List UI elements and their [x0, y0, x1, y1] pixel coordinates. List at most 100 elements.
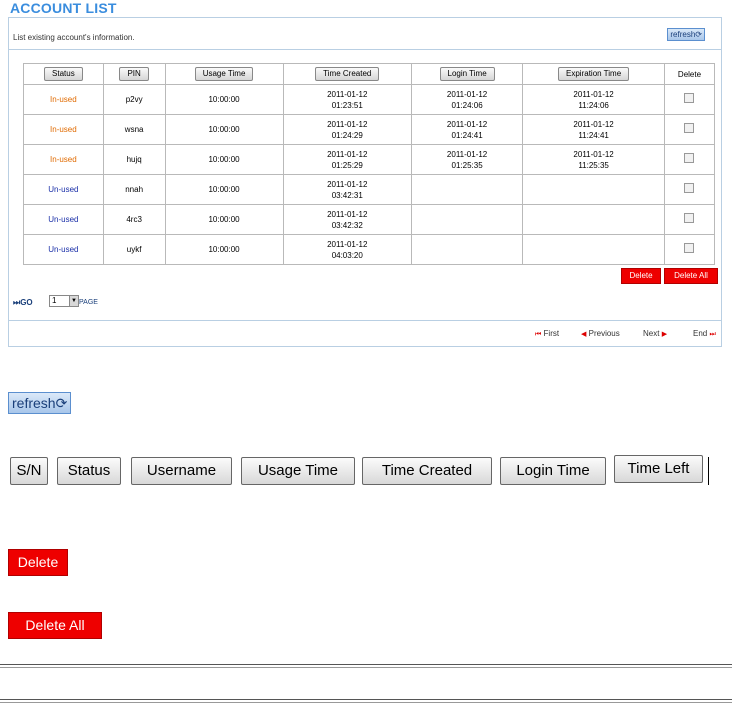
col-time-created: Time Created: [282, 63, 413, 85]
pin-cell: p2vy: [102, 84, 166, 115]
sort-pin-button[interactable]: PIN: [119, 67, 149, 81]
page-title: ACCOUNT LIST: [10, 0, 117, 16]
previous-label: Previous: [588, 329, 620, 338]
usage-time-cell: 10:00:00: [164, 234, 284, 265]
pin-cell: nnah: [102, 174, 166, 205]
time-created-cell: 2011-01-12 01:23:51: [282, 84, 413, 115]
created-time: 01:25:29: [331, 160, 363, 170]
created-date: 2011-01-12: [327, 209, 368, 219]
refresh-button[interactable]: refresh⟳: [667, 28, 705, 41]
created-date: 2011-01-12: [327, 239, 368, 249]
delete-checkbox[interactable]: [684, 243, 695, 253]
sort-usage-time-button[interactable]: Usage Time: [194, 67, 254, 81]
delete-button-large[interactable]: Delete: [8, 549, 68, 576]
delete-checkbox[interactable]: [684, 123, 695, 133]
refresh-cycle-icon: ⟳: [695, 30, 702, 39]
created-time: 03:42:32: [331, 220, 363, 230]
end-label: End: [693, 329, 708, 338]
end-link[interactable]: End ⏭: [693, 329, 716, 339]
refresh-cycle-icon: ⟳: [55, 395, 68, 411]
sort-login-time-button[interactable]: Login Time: [439, 67, 495, 81]
delete-checkbox[interactable]: [684, 93, 695, 103]
status-header-button[interactable]: Status: [57, 457, 121, 485]
col-usage-time: Usage Time: [164, 63, 284, 85]
time-created-cell: 2011-01-12 03:42:32: [282, 204, 413, 235]
col-delete: Delete: [663, 63, 716, 85]
login-time-cell: 2011-01-12 01:25:35: [410, 144, 524, 175]
pin-cell: wsna: [102, 114, 166, 145]
delete-cell: [663, 144, 716, 175]
delete-all-button[interactable]: Delete All: [664, 268, 718, 284]
expiration-date: 2011-01-12: [573, 149, 614, 159]
usage-time-header-button[interactable]: Usage Time: [241, 457, 355, 485]
previous-link[interactable]: ◀ Previous: [581, 329, 620, 338]
refresh-large-label: refresh: [12, 395, 56, 411]
login-time-cell: [410, 174, 524, 205]
usage-time-cell: 10:00:00: [164, 144, 284, 175]
divider: [0, 702, 732, 703]
refresh-button-large[interactable]: refresh⟳: [8, 392, 72, 414]
username-header-button[interactable]: Username: [131, 457, 232, 485]
status-cell: Un-used: [23, 234, 104, 265]
first-label: First: [543, 329, 560, 338]
time-created-cell: 2011-01-12 03:42:31: [282, 174, 413, 205]
delete-cell: [663, 114, 716, 145]
previous-icon: ◀: [581, 331, 587, 338]
login-time-cell: [410, 204, 524, 235]
status-cell: Un-used: [23, 204, 104, 235]
login-time-cell: 2011-01-12 01:24:06: [410, 84, 524, 115]
created-time: 01:24:29: [331, 130, 363, 140]
time-left-header-button[interactable]: Time Left: [614, 455, 703, 483]
delete-checkbox[interactable]: [684, 183, 695, 193]
account-table: Status PIN Usage Time Time Created Login…: [23, 63, 716, 265]
col-pin: PIN: [102, 63, 166, 85]
delete-checkbox[interactable]: [684, 213, 695, 223]
delete-cell: [663, 174, 716, 205]
expiration-time: 11:25:35: [578, 160, 609, 170]
last-page-icon: ⏭: [709, 331, 716, 338]
delete-button[interactable]: Delete: [621, 268, 661, 284]
table-row: Un-used nnah 10:00:00 2011-01-12 03:42:31: [23, 174, 716, 205]
divider: [0, 664, 732, 665]
page-select[interactable]: 1 ▼: [49, 295, 79, 307]
time-created-cell: 2011-01-12 01:24:29: [282, 114, 413, 145]
pin-cell: uykf: [102, 234, 166, 265]
login-time-cell: 2011-01-12 01:24:41: [410, 114, 524, 145]
login-date: 2011-01-12: [446, 149, 488, 159]
time-created-header-button[interactable]: Time Created: [362, 457, 492, 485]
first-page-icon: ⏮: [535, 331, 542, 338]
created-date: 2011-01-12: [327, 89, 368, 99]
sort-expiration-time-button[interactable]: Expiration Time: [558, 67, 630, 81]
time-created-cell: 2011-01-12 04:03:20: [282, 234, 413, 265]
table-row: In-used hujq 10:00:00 2011-01-12 01:25:29…: [23, 144, 716, 175]
expiration-time: 11:24:41: [578, 130, 609, 140]
next-icon: ▶: [661, 331, 668, 338]
delete-checkbox[interactable]: [684, 153, 695, 163]
sn-header-button[interactable]: S/N: [10, 457, 48, 485]
description: List existing account's information.: [13, 33, 135, 42]
page-select-value: 1: [52, 296, 57, 305]
go-label: GO: [20, 298, 33, 307]
sort-status-button[interactable]: Status: [44, 67, 83, 81]
col-login-time: Login Time: [410, 63, 524, 85]
go-button[interactable]: ⏭GO: [13, 298, 33, 308]
divider: [0, 699, 732, 700]
expiration-time-cell: [522, 204, 665, 235]
login-time: 01:24:41: [451, 130, 483, 140]
sort-time-created-button[interactable]: Time Created: [315, 67, 380, 81]
next-link[interactable]: Next ▶: [643, 329, 667, 338]
created-date: 2011-01-12: [327, 179, 368, 189]
page-label: PAGE: [79, 299, 98, 306]
created-time: 01:23:51: [331, 100, 363, 110]
delete-all-button-large[interactable]: Delete All: [8, 612, 102, 639]
next-label: Next: [643, 329, 660, 338]
created-date: 2011-01-12: [327, 149, 368, 159]
login-date: 2011-01-12: [446, 119, 488, 129]
delete-cell: [663, 204, 716, 235]
created-time: 04:03:20: [331, 250, 363, 260]
expiration-date: 2011-01-12: [573, 119, 614, 129]
login-time-header-button[interactable]: Login Time: [500, 457, 606, 485]
first-link[interactable]: ⏮ First: [535, 329, 559, 339]
chevron-down-icon: ▼: [69, 296, 78, 306]
login-date: 2011-01-12: [446, 89, 488, 99]
